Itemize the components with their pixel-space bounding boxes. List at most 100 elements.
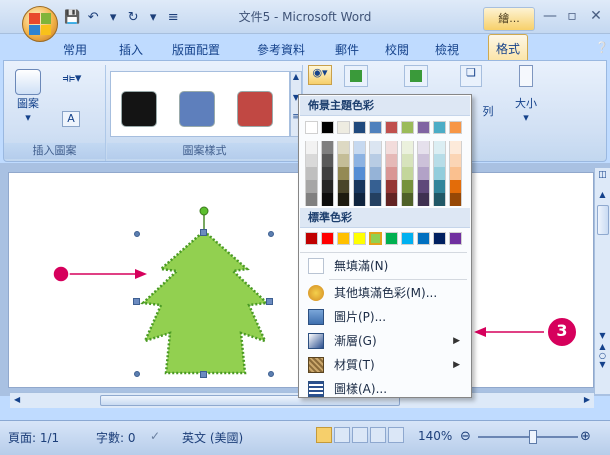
theme-color-swatch[interactable] <box>385 121 398 134</box>
theme-color-swatch[interactable] <box>369 141 382 154</box>
standard-color-swatch[interactable] <box>385 232 398 245</box>
tab-insert[interactable]: 插入 <box>112 38 150 61</box>
ruler-toggle-icon[interactable]: ◫ <box>595 170 610 180</box>
shapes-button[interactable]: 圖案 ▾ <box>10 69 46 124</box>
theme-color-swatch[interactable] <box>337 167 350 180</box>
theme-color-swatch[interactable] <box>337 141 350 154</box>
next-page-icon[interactable]: ▼ <box>595 360 610 369</box>
tab-review[interactable]: 校閱 <box>378 38 416 61</box>
resize-handle[interactable] <box>200 229 207 236</box>
resize-handle[interactable] <box>268 371 274 377</box>
theme-color-swatch[interactable] <box>305 193 318 206</box>
theme-color-swatch[interactable] <box>433 154 446 167</box>
standard-color-swatch[interactable] <box>305 232 318 245</box>
theme-color-swatch[interactable] <box>353 180 366 193</box>
theme-color-swatch[interactable] <box>337 121 350 134</box>
standard-color-swatch[interactable] <box>321 232 334 245</box>
edit-shape-icon[interactable]: ⟚▾ <box>60 71 84 86</box>
theme-color-swatch[interactable] <box>337 154 350 167</box>
previous-page-icon[interactable]: ▲ <box>595 342 610 351</box>
resize-handle[interactable] <box>200 371 207 378</box>
theme-color-swatch[interactable] <box>417 167 430 180</box>
print-layout-view-icon[interactable] <box>316 427 332 443</box>
theme-color-swatch[interactable] <box>353 121 366 134</box>
tab-references[interactable]: 參考資料 <box>250 38 312 61</box>
standard-color-swatch[interactable] <box>433 232 446 245</box>
standard-color-swatch[interactable] <box>417 232 430 245</box>
outline-view-icon[interactable] <box>370 427 386 443</box>
web-layout-view-icon[interactable] <box>352 427 368 443</box>
theme-color-swatch[interactable] <box>337 193 350 206</box>
more-fill-colors-item[interactable]: 其他填滿色彩(M)... <box>300 282 470 304</box>
zoom-slider-thumb[interactable] <box>529 430 537 444</box>
theme-color-swatch[interactable] <box>449 180 462 193</box>
theme-color-swatch[interactable] <box>385 193 398 206</box>
tree-shape[interactable] <box>140 229 270 375</box>
texture-fill-item[interactable]: 材質(T) ▶ <box>300 354 470 376</box>
style-swatch-black[interactable] <box>121 91 157 127</box>
resize-handle[interactable] <box>268 231 274 237</box>
theme-color-swatch[interactable] <box>369 167 382 180</box>
tab-format[interactable]: 格式 <box>488 34 529 60</box>
scroll-right-icon[interactable]: ▶ <box>584 395 590 404</box>
shadow-effects-button[interactable] <box>344 65 368 87</box>
browse-object-icon[interactable]: ○ <box>595 351 610 360</box>
standard-color-swatch[interactable] <box>449 232 462 245</box>
theme-color-swatch[interactable] <box>321 154 334 167</box>
theme-color-swatch[interactable] <box>321 180 334 193</box>
theme-color-swatch[interactable] <box>369 121 382 134</box>
theme-color-swatch[interactable] <box>385 180 398 193</box>
3d-effects-button[interactable] <box>404 65 428 87</box>
theme-color-swatch[interactable] <box>433 193 446 206</box>
theme-color-swatch[interactable] <box>401 193 414 206</box>
theme-color-swatch[interactable] <box>417 141 430 154</box>
theme-color-swatch[interactable] <box>369 180 382 193</box>
drawing-tools-tab[interactable]: 繪... <box>483 7 535 31</box>
scroll-left-icon[interactable]: ◀ <box>14 395 20 404</box>
theme-color-swatch[interactable] <box>353 141 366 154</box>
theme-color-swatch[interactable] <box>369 154 382 167</box>
theme-color-swatch[interactable] <box>417 121 430 134</box>
theme-color-swatch[interactable] <box>353 167 366 180</box>
theme-color-swatch[interactable] <box>401 180 414 193</box>
standard-color-swatch[interactable] <box>401 232 414 245</box>
theme-color-swatch[interactable] <box>305 154 318 167</box>
picture-fill-item[interactable]: 圖片(P)... <box>300 306 470 328</box>
theme-color-swatch[interactable] <box>337 180 350 193</box>
theme-color-swatch[interactable] <box>305 180 318 193</box>
maximize-icon[interactable]: ▫ <box>562 8 582 24</box>
language-indicator[interactable]: 英文 (美國) <box>182 429 243 446</box>
shape-fill-button[interactable]: ◉▾ <box>308 65 332 85</box>
zoom-slider-track[interactable] <box>478 436 578 438</box>
minimize-icon[interactable]: — <box>540 8 560 24</box>
style-swatch-red[interactable] <box>237 91 273 127</box>
standard-color-swatch[interactable] <box>337 232 350 245</box>
vertical-scrollbar[interactable]: ◫ ▲ ▼ ▲ ○ ▼ <box>594 168 610 394</box>
theme-color-swatch[interactable] <box>321 167 334 180</box>
pattern-fill-item[interactable]: 圖樣(A)... <box>300 378 470 400</box>
draft-view-icon[interactable] <box>388 427 404 443</box>
tab-home[interactable]: 常用 <box>56 38 94 61</box>
theme-color-swatch[interactable] <box>449 154 462 167</box>
style-swatch-blue[interactable] <box>179 91 215 127</box>
theme-color-swatch[interactable] <box>449 167 462 180</box>
theme-color-swatch[interactable] <box>417 193 430 206</box>
theme-color-swatch[interactable] <box>401 121 414 134</box>
tab-mailings[interactable]: 郵件 <box>328 38 366 61</box>
theme-color-swatch[interactable] <box>385 154 398 167</box>
help-icon[interactable]: ❔ <box>588 38 610 57</box>
theme-color-swatch[interactable] <box>401 167 414 180</box>
theme-color-swatch[interactable] <box>449 193 462 206</box>
theme-color-swatch[interactable] <box>449 121 462 134</box>
resize-handle[interactable] <box>266 298 273 305</box>
theme-color-swatch[interactable] <box>449 141 462 154</box>
theme-color-swatch[interactable] <box>417 180 430 193</box>
scroll-up-icon[interactable]: ▲ <box>595 190 610 199</box>
resize-handle[interactable] <box>134 231 140 237</box>
zoom-in-icon[interactable]: ⊕ <box>580 429 591 444</box>
text-box-icon[interactable]: A <box>62 111 80 127</box>
standard-color-swatch[interactable] <box>369 232 382 245</box>
theme-color-swatch[interactable] <box>369 193 382 206</box>
rotation-handle[interactable] <box>199 206 209 216</box>
word-count[interactable]: 字數: 0 <box>96 429 136 446</box>
